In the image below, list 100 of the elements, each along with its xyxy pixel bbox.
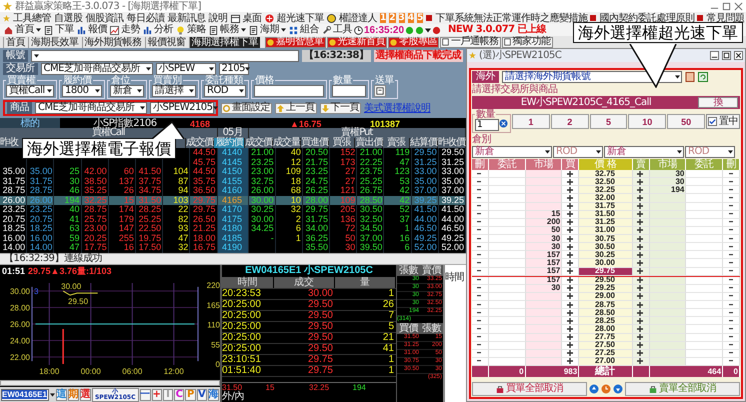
delete-cell[interactable] xyxy=(472,178,489,186)
account-dropdown[interactable] xyxy=(31,50,299,62)
ladder-cell[interactable] xyxy=(526,170,562,178)
mode-button[interactable]: 選 xyxy=(80,388,91,400)
ladder-cell[interactable] xyxy=(488,186,526,194)
ladder-cell[interactable]: 30 xyxy=(526,235,562,244)
price-cell[interactable]: 28.50 xyxy=(579,309,633,318)
toolbar-button[interactable]: 策略 xyxy=(175,24,207,36)
price-cell[interactable]: 29.50 xyxy=(579,276,633,285)
ladder-cell[interactable] xyxy=(650,259,686,268)
ladder-cell[interactable] xyxy=(686,243,724,252)
sell-cell[interactable] xyxy=(632,186,650,194)
ladder-cell[interactable]: 30 xyxy=(526,243,562,252)
quick-button[interactable]: 獨家功能 xyxy=(502,36,552,48)
price-cell[interactable]: 27.25 xyxy=(579,350,633,358)
cancel-sell-button[interactable]: 賣單全部取消 xyxy=(625,382,740,396)
ladder-cell[interactable] xyxy=(650,317,686,326)
exchange-dropdown[interactable]: CME芝加哥商品交易所 xyxy=(35,102,147,114)
ladder-cell[interactable] xyxy=(650,243,686,252)
month-dropdown[interactable]: 2105 xyxy=(218,63,248,75)
ladder-cell[interactable] xyxy=(686,301,724,310)
menu-item[interactable]: 自選股 xyxy=(54,12,82,24)
ladder-cell[interactable] xyxy=(488,317,526,326)
delete-cell[interactable] xyxy=(472,301,489,310)
dropdown[interactable]: 買權Call xyxy=(6,85,54,97)
quantity-button[interactable]: 10 xyxy=(628,114,666,129)
ladder-cell[interactable] xyxy=(686,325,724,334)
menu-item[interactable]: 超光速下單 xyxy=(276,12,324,24)
delete-cell[interactable] xyxy=(723,170,740,178)
ladder-cell[interactable] xyxy=(650,325,686,334)
price-cell[interactable]: 27.50 xyxy=(579,342,633,350)
page-button[interactable]: 畫面設定 xyxy=(221,102,272,114)
sell-cell[interactable] xyxy=(632,309,650,318)
quick-button[interactable]: 一戶通帳務 xyxy=(440,36,500,48)
tool-button[interactable]: + xyxy=(152,388,162,400)
delete-cell[interactable] xyxy=(723,178,740,186)
delete-cell[interactable] xyxy=(723,235,740,244)
dropdown[interactable]: 1800 xyxy=(62,85,102,97)
price-cell[interactable]: 32.50 xyxy=(579,178,633,186)
sell-cell[interactable] xyxy=(632,170,650,178)
sell-cell[interactable] xyxy=(632,235,650,244)
dropdown[interactable]: 新倉 xyxy=(110,85,144,97)
quantity-field[interactable]: 1 xyxy=(475,119,499,131)
ladder-cell[interactable]: 30 xyxy=(650,178,686,186)
tool-button[interactable]: 一 xyxy=(140,388,151,400)
ladder-cell[interactable] xyxy=(526,309,562,318)
ladder-cell[interactable]: 157 xyxy=(526,259,562,268)
ladder-cell[interactable] xyxy=(488,178,526,186)
ladder-cell[interactable] xyxy=(526,301,562,310)
tool-button[interactable]: V xyxy=(196,388,208,400)
ladder-cell[interactable] xyxy=(686,317,724,326)
dropdown[interactable]: 新倉 xyxy=(472,146,552,158)
toolbar-button[interactable]: 帳務 xyxy=(208,24,247,36)
ladder-cell[interactable] xyxy=(686,251,724,260)
delete-cell[interactable] xyxy=(723,243,740,252)
ladder-cell[interactable] xyxy=(650,194,686,202)
input-field[interactable] xyxy=(332,85,366,97)
tab[interactable]: 海期選擇權下單 xyxy=(188,36,260,48)
ladder-cell[interactable] xyxy=(686,170,724,178)
dropdown[interactable]: ROD xyxy=(204,85,246,97)
send-button[interactable] xyxy=(374,85,386,97)
toolbar-button[interactable]: 下單 xyxy=(43,24,75,36)
buy-cell[interactable] xyxy=(562,243,580,252)
menu-item[interactable]: 工具總管 xyxy=(13,12,51,24)
sell-cell[interactable] xyxy=(632,325,650,334)
ladder-cell[interactable] xyxy=(488,301,526,310)
sell-cell[interactable] xyxy=(632,301,650,310)
sell-cell[interactable] xyxy=(632,178,650,186)
quantity-button[interactable]: 5 xyxy=(590,114,628,129)
price-cell[interactable]: 32.00 xyxy=(579,194,633,202)
buy-cell[interactable] xyxy=(562,170,580,178)
tool-button[interactable]: C xyxy=(174,388,184,400)
page-button[interactable]: 上一頁 xyxy=(275,102,316,114)
delete-cell[interactable] xyxy=(472,259,489,268)
delete-cell[interactable] xyxy=(723,194,740,202)
ladder-cell[interactable] xyxy=(686,309,724,318)
ladder-cell[interactable] xyxy=(686,178,724,186)
ladder-cell[interactable]: 157 xyxy=(526,251,562,260)
delete-cell[interactable] xyxy=(472,194,489,202)
ladder-cell[interactable] xyxy=(488,309,526,318)
delete-cell[interactable] xyxy=(723,186,740,194)
quantity-button[interactable]: 1 xyxy=(512,114,550,129)
menu-item[interactable]: 說明 xyxy=(208,12,228,24)
delete-cell[interactable] xyxy=(723,251,740,260)
delete-cell[interactable] xyxy=(723,317,740,326)
ladder-cell[interactable] xyxy=(650,301,686,310)
menu-item[interactable]: 個股資訊 xyxy=(86,12,124,24)
mode-button[interactable]: 這 xyxy=(56,388,67,400)
delete-cell[interactable] xyxy=(472,186,489,194)
price-cell[interactable]: 31.00 xyxy=(579,226,633,235)
buy-cell[interactable] xyxy=(562,301,580,310)
dropdown[interactable]: 請選擇 xyxy=(152,85,196,97)
ladder-cell[interactable] xyxy=(526,325,562,334)
delete-cell[interactable] xyxy=(472,170,489,178)
price-cell[interactable]: 27.00 xyxy=(579,358,633,366)
buy-cell[interactable] xyxy=(562,178,580,186)
menu-item[interactable]: 權證達人 xyxy=(339,12,377,24)
price-cell[interactable]: 29.25 xyxy=(579,284,633,293)
price-cell[interactable]: 29.75 xyxy=(579,268,633,276)
ladder-cell[interactable] xyxy=(488,259,526,268)
